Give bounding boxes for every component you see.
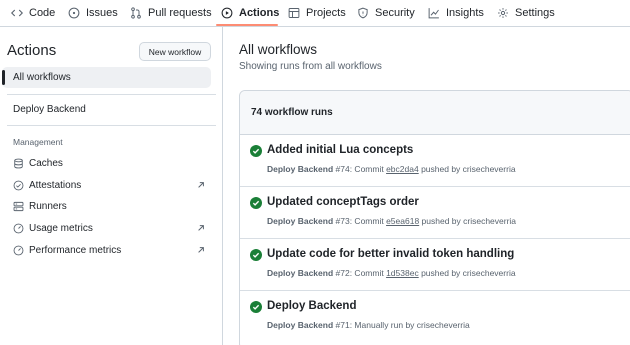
tab-label: Projects [306, 7, 346, 19]
workflow-run-row[interactable]: Added initial Lua concepts Deploy Backen… [240, 135, 630, 187]
external-link-icon [198, 247, 204, 253]
tab-label: Actions [239, 7, 280, 19]
graph-icon [428, 8, 439, 19]
page-title: All workflows [239, 42, 318, 57]
selected-indicator [2, 70, 5, 85]
tab-pull-requests[interactable]: Pull requests [130, 0, 212, 26]
external-link-icon [198, 182, 204, 188]
tab-label: Code [29, 7, 56, 19]
sidebar-item-label: Performance metrics [29, 244, 122, 256]
play-icon [221, 7, 233, 19]
workflow-runs-box: 74 workflow runs Added initial Lua conce… [239, 90, 630, 345]
tab-actions[interactable]: Actions [221, 0, 279, 26]
tab-code[interactable]: Code [11, 0, 55, 26]
tab-projects[interactable]: Projects [288, 0, 346, 26]
tab-label: Settings [515, 7, 555, 19]
success-check-icon [250, 145, 262, 157]
new-workflow-button[interactable]: New workflow [139, 42, 211, 61]
run-meta: Deploy Backend #73: Commit e5ea618 pushe… [267, 216, 516, 226]
management-heading: Management [13, 137, 63, 147]
sidebar-item-label: All workflows [13, 72, 71, 83]
sidebar-title: Actions [7, 42, 57, 59]
table-icon [288, 8, 300, 18]
run-title-link[interactable]: Updated conceptTags order [267, 196, 419, 208]
run-trigger-suffix: pushed by crisecheverria [418, 164, 516, 174]
run-meta: Deploy Backend #74: Commit ebc2da4 pushe… [267, 164, 516, 174]
pull-request-icon [131, 7, 141, 19]
repo-nav: Code Issues Pull requests Actions Projec… [0, 0, 630, 27]
server-icon [13, 201, 24, 211]
verified-icon [13, 180, 24, 190]
run-title-link[interactable]: Update code for better invalid token han… [267, 248, 514, 260]
sidebar-item-label: Caches [29, 157, 63, 169]
sidebar-item-caches[interactable]: Caches [13, 155, 63, 171]
run-workflow-name: Deploy Backend [267, 268, 334, 278]
sidebar-item-label: Attestations [29, 179, 82, 191]
external-link-icon [198, 225, 204, 231]
sidebar-item-label: Usage metrics [29, 222, 93, 234]
tab-issues[interactable]: Issues [68, 0, 118, 26]
run-trigger-prefix: : Manually run by crisecheverria [349, 320, 470, 330]
run-meta: Deploy Backend #71: Manually run by cris… [267, 320, 470, 330]
run-trigger-prefix: : Commit [349, 216, 387, 226]
run-workflow-name: Deploy Backend [267, 216, 334, 226]
run-trigger-suffix: pushed by crisecheverria [419, 216, 517, 226]
page-subtitle: Showing runs from all workflows [239, 61, 382, 72]
sidebar-item-runners[interactable]: Runners [13, 198, 67, 214]
sidebar-item-attestations[interactable]: Attestations [13, 177, 81, 193]
workflow-run-row[interactable]: Deploy Backend Deploy Backend #71: Manua… [240, 291, 630, 343]
run-number: #73 [335, 216, 350, 226]
meter-icon [13, 245, 24, 255]
divider [7, 94, 216, 95]
tab-label: Security [375, 7, 415, 19]
commit-sha-link[interactable]: e5ea618 [386, 216, 419, 226]
run-trigger-suffix: pushed by crisecheverria [418, 268, 516, 278]
tab-insights[interactable]: Insights [428, 0, 484, 26]
tab-label: Insights [446, 7, 484, 19]
sidebar-item-label: Runners [29, 200, 67, 212]
runs-header: 74 workflow runs [240, 91, 630, 135]
tab-label: Issues [86, 7, 118, 19]
success-check-icon [250, 301, 262, 313]
run-meta: Deploy Backend #72: Commit 1d538ec pushe… [267, 268, 516, 278]
gear-icon [498, 8, 508, 18]
success-check-icon [250, 197, 262, 209]
run-trigger-prefix: : Commit [349, 164, 387, 174]
meter-icon [13, 223, 24, 233]
workflow-run-row[interactable]: Update code for better invalid token han… [240, 239, 630, 291]
run-number: #71 [335, 320, 350, 330]
commit-sha-link[interactable]: 1d538ec [386, 268, 419, 278]
run-number: #72 [335, 268, 350, 278]
code-icon [11, 9, 23, 17]
success-check-icon [250, 249, 262, 261]
database-icon [14, 158, 23, 168]
tab-security[interactable]: Security [357, 0, 415, 26]
sidebar-item-deploy-backend[interactable]: Deploy Backend [13, 104, 86, 115]
actions-sidebar: Actions New workflow All workflows Deplo… [0, 27, 223, 345]
run-number: #74 [335, 164, 350, 174]
issue-icon [68, 7, 80, 19]
commit-sha-link[interactable]: ebc2da4 [386, 164, 419, 174]
run-title-link[interactable]: Added initial Lua concepts [267, 144, 413, 156]
shield-icon [358, 7, 368, 19]
tab-settings[interactable]: Settings [497, 0, 555, 26]
sidebar-item-performance-metrics[interactable]: Performance metrics [13, 242, 121, 258]
active-tab-indicator [216, 24, 278, 26]
run-workflow-name: Deploy Backend [267, 164, 334, 174]
divider [7, 125, 216, 126]
run-trigger-prefix: : Commit [349, 268, 387, 278]
runs-count: 74 workflow runs [251, 107, 333, 118]
tab-label: Pull requests [148, 7, 212, 19]
workflow-run-row[interactable]: Updated conceptTags order Deploy Backend… [240, 187, 630, 239]
run-workflow-name: Deploy Backend [267, 320, 334, 330]
sidebar-item-usage-metrics[interactable]: Usage metrics [13, 220, 93, 236]
run-title-link[interactable]: Deploy Backend [267, 300, 356, 312]
